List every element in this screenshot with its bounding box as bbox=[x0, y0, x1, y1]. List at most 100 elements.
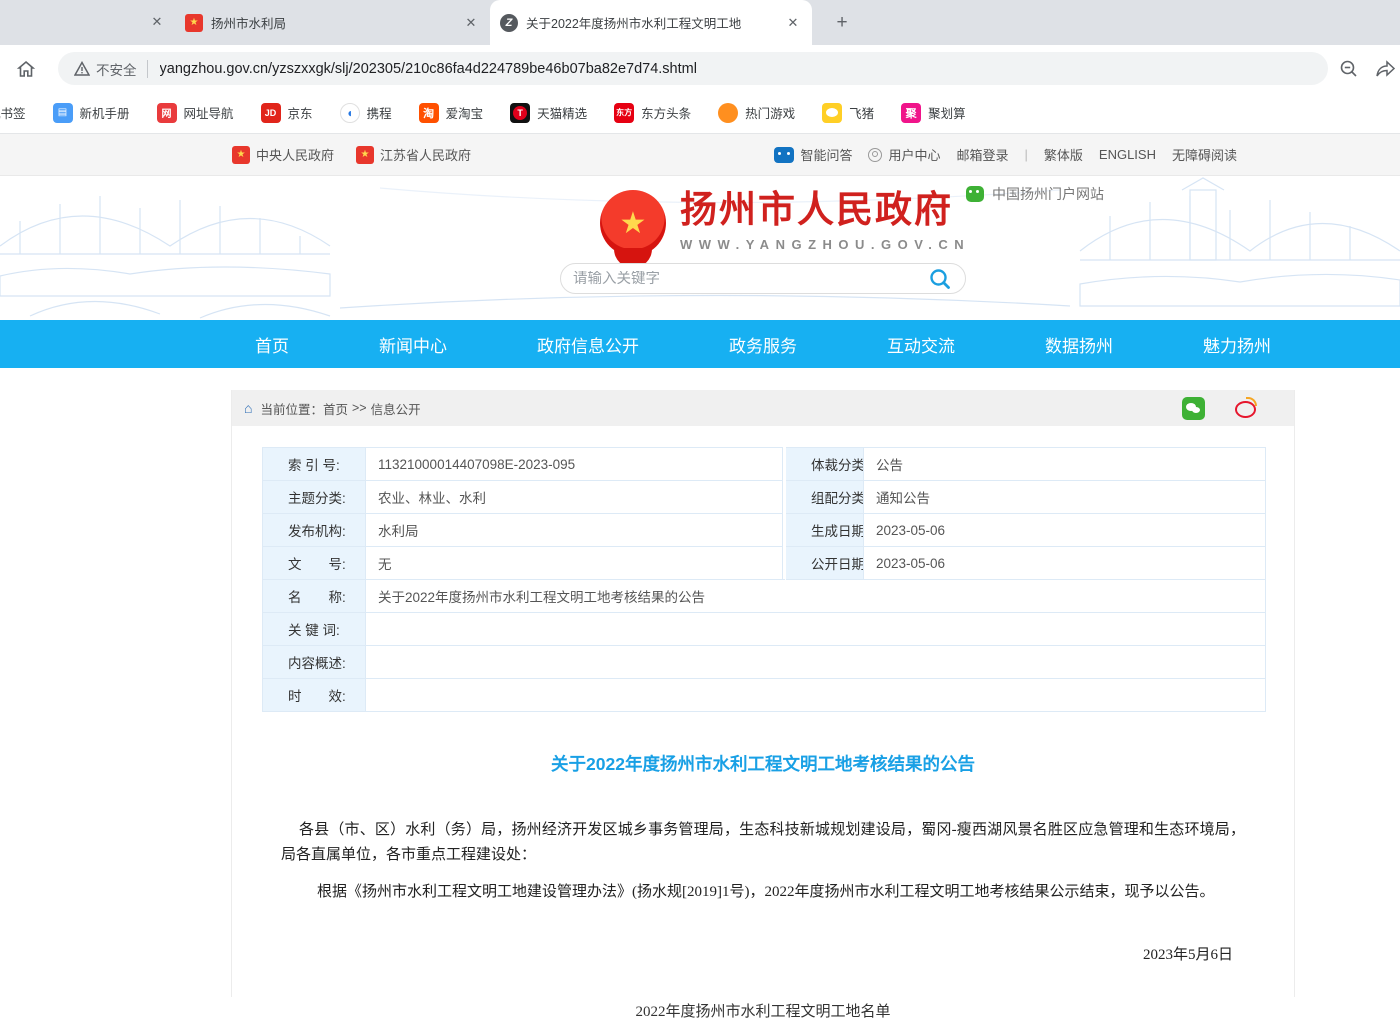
address-bar[interactable]: 不安全 yangzhou.gov.cn/yzszxxgk/slj/202305/… bbox=[58, 52, 1328, 85]
english-link[interactable]: ENGLISH bbox=[1099, 147, 1156, 162]
breadcrumb: ⌂ 当前位置： 首页 >> 信息公开 bbox=[232, 390, 1294, 426]
robot-icon bbox=[774, 147, 794, 163]
nav-services[interactable]: 政务服务 bbox=[729, 332, 797, 357]
content-area: ⌂ 当前位置： 首页 >> 信息公开 索 引 号: 11321000014407… bbox=[231, 390, 1295, 997]
bookmark-item[interactable]: ▤ 新机手册 bbox=[53, 103, 130, 123]
main-navigation: 首页 新闻中心 政府信息公开 政务服务 互动交流 数据扬州 魅力扬州 bbox=[0, 320, 1400, 368]
site-nav-icon: 网 bbox=[157, 103, 177, 123]
security-status[interactable]: 不安全 bbox=[96, 59, 137, 79]
bookmark-item[interactable]: 网 网址导航 bbox=[157, 103, 234, 123]
bookmark-item[interactable]: ◖ 携程 bbox=[340, 103, 392, 123]
bookmark-item[interactable]: T 天猫精选 bbox=[510, 103, 587, 123]
nav-news[interactable]: 新闻中心 bbox=[379, 332, 447, 357]
meta-value: 农业、林业、水利 bbox=[366, 481, 783, 514]
url-text[interactable]: yangzhou.gov.cn/yzszxxgk/slj/202305/210c… bbox=[160, 61, 697, 77]
table-row: 索 引 号: 11321000014407098E-2023-095 体裁分类:… bbox=[263, 448, 1266, 481]
taobao-icon: 淘 bbox=[419, 103, 439, 123]
breadcrumb-separator: >> bbox=[352, 401, 367, 415]
tab-title: 关于2022年度扬州市水利工程文明工地 bbox=[526, 13, 776, 32]
accessibility-link[interactable]: 无障碍阅读 bbox=[1172, 145, 1237, 164]
bookmark-item[interactable]: 聚 聚划算 bbox=[901, 103, 966, 123]
tab-yangzhou-water-bureau[interactable]: ★ 扬州市水利局 ✕ bbox=[175, 0, 490, 45]
bookmarks-bar: 机书签 ▤ 新机手册 网 网址导航 JD 京东 ◖ 携程 淘 爱淘宝 T 天猫精… bbox=[0, 92, 1400, 134]
bookmark-item[interactable]: 热门游戏 bbox=[718, 103, 795, 123]
zoom-out-icon[interactable] bbox=[1338, 58, 1360, 80]
site-logo[interactable]: ★ 扬州市人民政府 WWW.YANGZHOU.GOV.CN bbox=[600, 190, 970, 256]
bookmark-item[interactable]: 淘 爱淘宝 bbox=[419, 103, 484, 123]
table-row: 时 效: bbox=[263, 679, 1266, 712]
smart-qa-label: 智能问答 bbox=[800, 145, 852, 164]
user-center-link[interactable]: 用户中心 bbox=[868, 145, 940, 164]
bookmark-label: 新机手册 bbox=[80, 103, 130, 122]
search-bar bbox=[560, 263, 966, 294]
dongfang-icon: 东方 bbox=[614, 103, 634, 123]
meta-value bbox=[366, 646, 1266, 679]
emblem-favicon-icon: ★ bbox=[185, 14, 203, 32]
divider bbox=[147, 60, 148, 78]
share-icon[interactable] bbox=[1374, 58, 1396, 80]
article-date: 2023年5月6日 bbox=[281, 943, 1245, 964]
article-title: 关于2022年度扬州市水利工程文明工地考核结果的公告 bbox=[281, 751, 1245, 776]
meta-label: 内容概述: bbox=[263, 646, 366, 679]
warning-icon bbox=[74, 61, 90, 77]
wechat-share-icon[interactable] bbox=[1182, 397, 1205, 420]
bookmark-label: 机书签 bbox=[0, 103, 26, 122]
home-icon[interactable] bbox=[12, 55, 40, 83]
breadcrumb-home-link[interactable]: 首页 bbox=[323, 399, 348, 418]
central-gov-link[interactable]: ★ 中央人民政府 bbox=[232, 145, 334, 164]
meta-label: 关 键 词: bbox=[263, 613, 366, 646]
article-paragraph: 各县（市、区）水利（务）局，扬州经济开发区城乡事务管理局，生态科技新城规划建设局… bbox=[281, 818, 1245, 868]
jiangsu-gov-link[interactable]: ★ 江苏省人民政府 bbox=[356, 145, 471, 164]
search-icon[interactable] bbox=[927, 266, 953, 292]
mail-login-link[interactable]: 邮箱登录 bbox=[956, 145, 1008, 164]
home-icon: ⌂ bbox=[244, 400, 252, 416]
meta-label: 文 号: bbox=[263, 547, 366, 580]
breadcrumb-prefix: 当前位置： bbox=[260, 399, 323, 418]
nav-info-disclosure[interactable]: 政府信息公开 bbox=[537, 332, 639, 357]
table-row: 内容概述: bbox=[263, 646, 1266, 679]
weibo-share-icon[interactable] bbox=[1235, 397, 1257, 419]
portal-link[interactable]: 中国扬州门户网站 bbox=[966, 184, 1104, 204]
meta-value: 2023-05-06 bbox=[864, 514, 1266, 547]
bookmark-label: 飞猪 bbox=[849, 103, 874, 122]
divider: | bbox=[1025, 147, 1028, 162]
wechat-icon bbox=[966, 186, 984, 202]
emblem-icon: ★ bbox=[232, 146, 250, 164]
nav-charm[interactable]: 魅力扬州 bbox=[1203, 332, 1271, 357]
meta-value: 11321000014407098E-2023-095 bbox=[366, 448, 783, 481]
meta-label: 体裁分类: bbox=[786, 448, 864, 481]
bookmark-item[interactable]: 东方 东方头条 bbox=[614, 103, 691, 123]
national-emblem-icon: ★ bbox=[600, 190, 666, 256]
smart-qa-link[interactable]: 智能问答 bbox=[774, 145, 852, 164]
traditional-link[interactable]: 繁体版 bbox=[1044, 145, 1083, 164]
browser-toolbar: 不安全 yangzhou.gov.cn/yzszxxgk/slj/202305/… bbox=[0, 45, 1400, 92]
close-icon[interactable]: ✕ bbox=[148, 13, 166, 31]
emblem-icon: ★ bbox=[356, 146, 374, 164]
meta-label: 时 效: bbox=[263, 679, 366, 712]
user-icon bbox=[868, 148, 882, 162]
search-input[interactable] bbox=[573, 271, 927, 287]
gov-topbar: ★ 中央人民政府 ★ 江苏省人民政府 智能问答 用户中心 邮箱登录 | 繁体版 … bbox=[0, 134, 1400, 176]
bookmark-label: 携程 bbox=[367, 103, 392, 122]
breadcrumb-current: 信息公开 bbox=[371, 399, 421, 418]
meta-value: 通知公告 bbox=[864, 481, 1266, 514]
tab-announcement-active[interactable]: Z 关于2022年度扬州市水利工程文明工地 ✕ bbox=[490, 0, 812, 45]
close-icon[interactable]: ✕ bbox=[462, 14, 480, 32]
bookmark-label: 东方头条 bbox=[641, 103, 691, 122]
meta-value: 水利局 bbox=[366, 514, 783, 547]
nav-data[interactable]: 数据扬州 bbox=[1045, 332, 1113, 357]
close-icon[interactable]: ✕ bbox=[784, 14, 802, 32]
meta-label: 索 引 号: bbox=[263, 448, 366, 481]
gov-link-label: 江苏省人民政府 bbox=[380, 145, 471, 164]
bookmark-item[interactable]: 飞猪 bbox=[822, 103, 874, 123]
new-tab-button[interactable]: + bbox=[830, 11, 854, 35]
bookmark-label: 京东 bbox=[288, 103, 313, 122]
nav-interaction[interactable]: 互动交流 bbox=[887, 332, 955, 357]
bookmark-item[interactable]: 机书签 bbox=[0, 103, 26, 122]
bookmark-label: 聚划算 bbox=[928, 103, 966, 122]
nav-home[interactable]: 首页 bbox=[255, 332, 289, 357]
bookmark-item[interactable]: JD 京东 bbox=[261, 103, 313, 123]
tmall-icon: T bbox=[510, 103, 530, 123]
meta-label: 主题分类: bbox=[263, 481, 366, 514]
meta-value: 关于2022年度扬州市水利工程文明工地考核结果的公告 bbox=[366, 580, 1266, 613]
